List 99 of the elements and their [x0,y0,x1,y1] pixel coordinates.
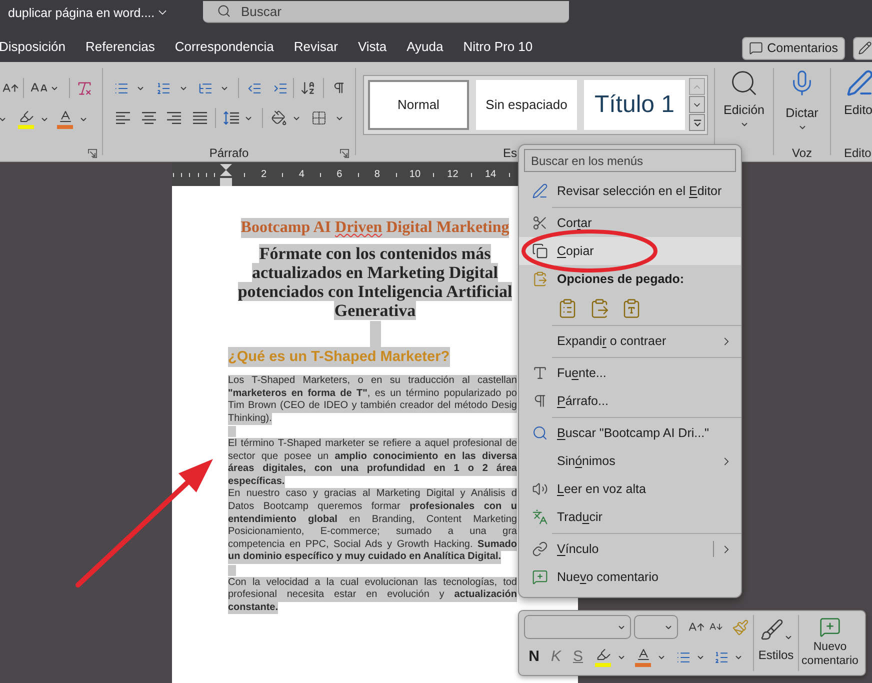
sort-icon[interactable] [300,80,316,96]
speaker-icon [532,481,548,497]
menu-section-header: Opciones de pegado: [557,270,684,288]
pencil-button[interactable] [853,36,872,60]
ruler-number: 14 [484,168,496,180]
brush-icon [760,618,784,642]
pen-lines-icon [532,183,548,199]
menu-item[interactable]: Expandir o contraer [519,327,741,355]
menu-item[interactable]: Sinónimos [519,447,741,475]
pen-lines-icon [846,68,872,98]
gallery-more-button[interactable] [689,114,705,131]
increase-indent-icon[interactable] [273,80,288,96]
comment-plus-icon [532,569,548,585]
type-icon [532,365,548,381]
highlighter-icon[interactable] [596,647,610,662]
ruler-number: 4 [298,168,304,180]
ribbon-tab[interactable]: Nitro Pro 10 [463,39,533,57]
section-heading: ¿Qué es un T-Shaped Marketer? [228,347,450,367]
styles-button[interactable]: Estilos [754,611,798,675]
caret-icon[interactable] [740,120,748,129]
highlighter-icon[interactable] [18,109,34,124]
group-label: Edito [844,146,872,160]
style-tile[interactable]: Sin espaciado [476,80,577,130]
menu-item[interactable]: Nuevo comentario [519,563,741,591]
justify-icon[interactable] [193,112,207,124]
dialog-launcher-icon[interactable] [340,149,349,158]
caret-icon[interactable] [784,633,792,642]
bullet-list-icon[interactable] [676,650,691,664]
bullet-list-icon[interactable] [114,80,129,96]
format-button[interactable]: N [527,648,541,666]
numbered-list-icon[interactable] [156,80,171,96]
multilevel-list-icon[interactable] [198,80,213,96]
clipboard-arrow-icon[interactable] [589,298,610,318]
document-title: Bootcamp AI Driven Digital Marketing [240,218,510,238]
decrease-indent-icon[interactable] [247,80,262,96]
align-center-icon[interactable] [142,112,156,124]
menu-item[interactable]: Párrafo... [519,387,741,415]
ruler-number: 8 [374,168,380,180]
menu-item[interactable]: Leer en voz alta [519,475,741,503]
link-icon [532,541,548,557]
caret-icon[interactable] [798,123,806,132]
group-label: Párrafo [209,146,249,160]
translate-icon [532,509,548,525]
ribbon-tab[interactable]: Correspondencia [174,39,274,57]
menu-item[interactable]: Copiar [519,237,741,265]
numbered-list-icon[interactable] [714,650,729,664]
font-color-icon[interactable] [58,109,72,124]
ruler-number: 12 [447,168,458,180]
scissors-icon [532,215,548,231]
menu-item[interactable]: Cortar [519,209,741,237]
menu-item[interactable]: Fuente... [519,359,741,387]
new-comment-button[interactable]: Nuevo comentario [799,611,861,675]
style-tile[interactable]: Título 1 [584,80,685,130]
window-title: duplicar página en word.... [8,6,155,20]
line-spacing-icon[interactable] [223,111,239,125]
ribbon-tab[interactable]: Referencias [85,39,155,57]
ribbon-tab[interactable]: Ayuda [406,39,444,57]
search-icon [729,68,759,98]
menu-search-field[interactable]: Buscar en los menús [524,149,736,172]
comment-icon [749,41,764,55]
group-label: Voz [792,146,812,160]
pilcrow-icon [532,393,548,409]
ruler-number: 6 [336,168,342,180]
pencil-icon [858,41,872,55]
clear-formatting-icon[interactable] [76,80,93,96]
menu-item[interactable]: Revisar selección en el Editor [519,177,741,205]
comment-plus-icon [819,616,841,638]
borders-icon[interactable] [311,110,327,126]
clipboard-letter-icon[interactable] [621,298,642,318]
dictate-button[interactable]: Dictar [786,68,818,132]
ruler-number: 2 [261,168,267,180]
paint-bucket-icon[interactable] [271,110,287,126]
style-tile[interactable]: Normal [368,80,469,130]
menu-item[interactable]: Vínculo [519,535,741,563]
expand-icon [692,118,702,126]
ruler-number: 10 [409,168,421,180]
search-icon [532,425,548,441]
menu-item[interactable]: Buscar "Bootcamp AI Dri..." [519,419,741,447]
align-right-icon[interactable] [167,112,181,124]
ribbon-tab[interactable]: Revisar [294,39,338,57]
ribbon-tab[interactable]: Disposición [0,39,66,57]
comments-button[interactable]: Comentarios [742,36,845,60]
indent-marker-icon[interactable] [220,164,232,186]
align-left-icon[interactable] [116,112,130,124]
editor-button[interactable]: Edito [844,68,872,117]
menu-item[interactable]: Traducir [519,503,741,531]
copy-icon [532,243,548,259]
group-label: Es [503,146,518,160]
pilcrow-icon[interactable] [332,81,346,95]
clipboard-icon [532,271,548,287]
dialog-launcher-icon[interactable] [88,148,97,158]
search-icon [217,4,231,18]
font-name-field[interactable] [524,615,631,639]
font-color-icon[interactable] [636,647,650,662]
clipboard-list-icon[interactable] [557,298,578,318]
search-field[interactable]: Buscar [203,1,569,23]
editing-button[interactable]: Edición [724,68,764,129]
ribbon-tab[interactable]: Vista [358,39,387,57]
font-size-field[interactable] [634,615,678,639]
